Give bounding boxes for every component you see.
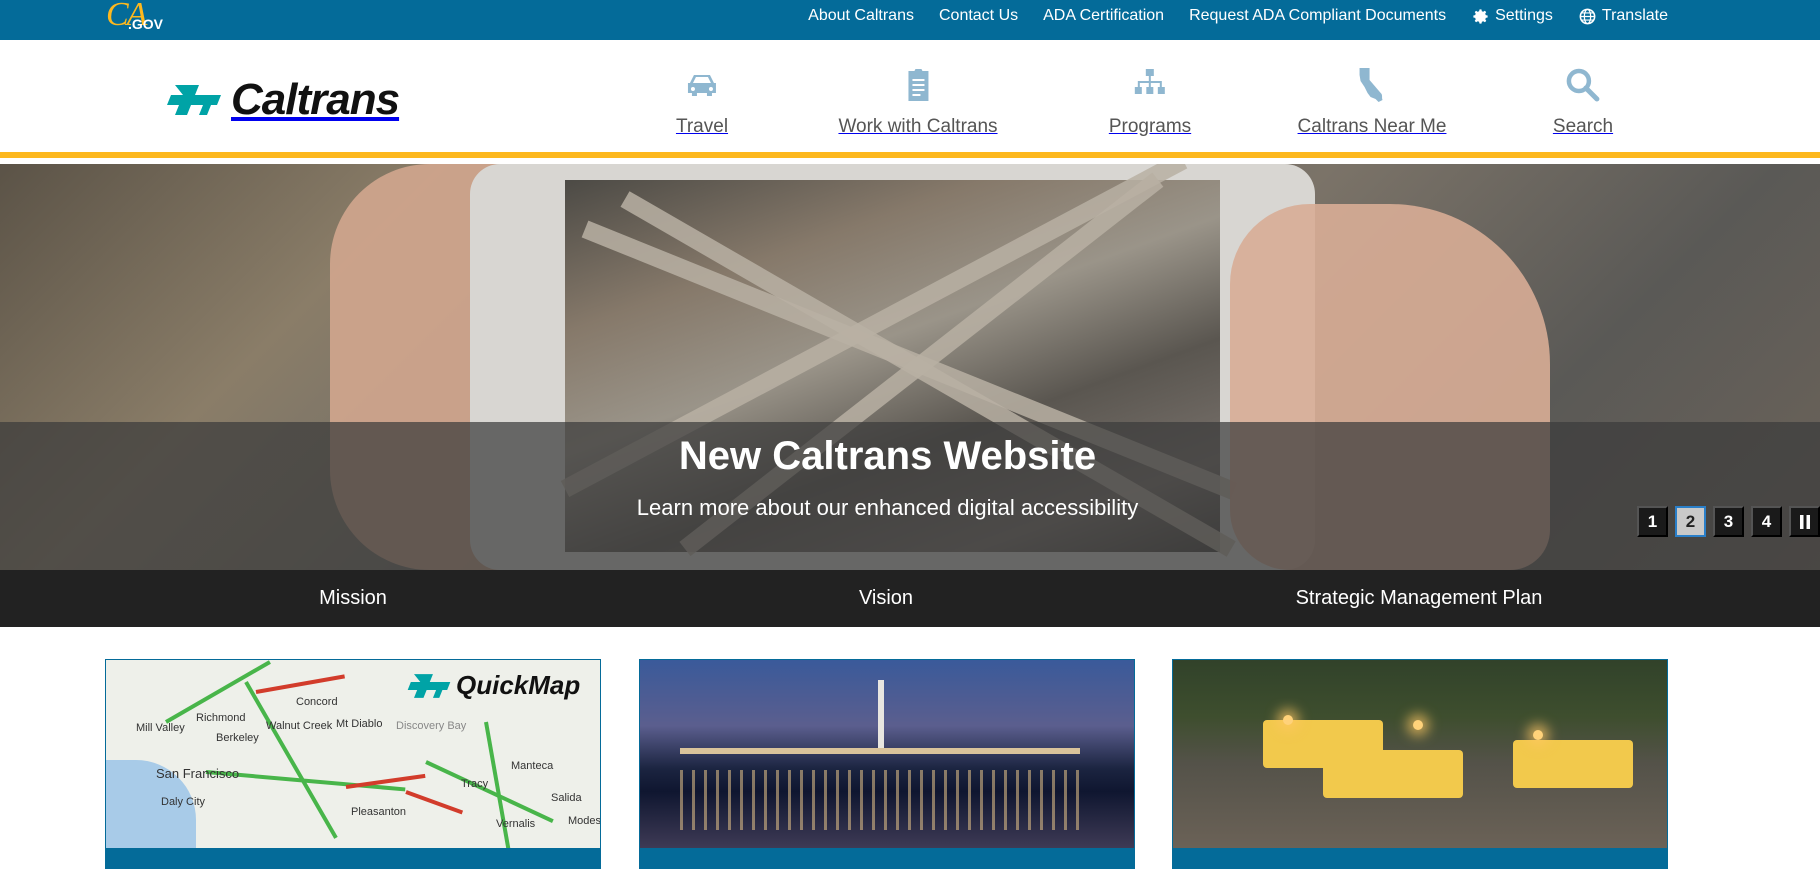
truck-light xyxy=(1533,730,1543,740)
nav-search-label: Search xyxy=(1552,116,1614,137)
bridge-deck xyxy=(680,748,1080,754)
map-label: Vernalis xyxy=(496,818,536,830)
map-highway xyxy=(255,674,345,694)
sitemap-icon xyxy=(1127,62,1173,108)
work-zone-trucks-image xyxy=(1173,660,1667,848)
translate-label: Translate xyxy=(1601,7,1668,24)
contact-us-label: Contact Us xyxy=(938,7,1019,24)
branding-header: Caltrans Travel Work with Caltrans Progr… xyxy=(0,40,1820,158)
map-label: Mt Diablo xyxy=(336,718,383,730)
nav-programs-label: Programs xyxy=(1108,116,1192,137)
work-zone-card-footer xyxy=(1173,848,1667,868)
ada-certification-link[interactable]: ADA Certification xyxy=(1043,7,1164,25)
carousel-slide-1-button[interactable]: 1 xyxy=(1637,506,1668,537)
truck-shape xyxy=(1513,740,1633,788)
nav-caltrans-near-me[interactable]: Caltrans Near Me xyxy=(1297,62,1447,152)
truck-shape xyxy=(1323,750,1463,798)
nav-travel-label: Travel xyxy=(675,116,729,137)
map-label: Modes xyxy=(568,815,601,827)
clipboard-icon xyxy=(895,62,941,108)
car-icon xyxy=(679,62,725,108)
utility-links: About Caltrans Contact Us ADA Certificat… xyxy=(808,0,1668,32)
nav-work-label: Work with Caltrans xyxy=(838,116,998,137)
about-caltrans-link[interactable]: About Caltrans xyxy=(808,7,914,25)
search-icon xyxy=(1560,62,1606,108)
ca-gov-logo-gov: .GOV xyxy=(128,16,164,32)
bay-bridge-card-footer xyxy=(640,848,1134,868)
carousel-slide-3-button[interactable]: 3 xyxy=(1713,506,1744,537)
main-nav: Travel Work with Caltrans Programs Caltr… xyxy=(0,62,1820,152)
bay-bridge-card[interactable] xyxy=(639,659,1135,869)
bridge-tower xyxy=(878,680,884,752)
truck-light xyxy=(1283,715,1293,725)
carousel-pause-button[interactable] xyxy=(1789,506,1820,537)
utility-bar: CA .GOV About Caltrans Contact Us ADA Ce… xyxy=(0,0,1820,40)
nav-near-me-label: Caltrans Near Me xyxy=(1297,116,1447,137)
hero-carousel: New Caltrans Website Learn more about ou… xyxy=(0,164,1820,570)
california-icon xyxy=(1349,62,1395,108)
ada-certification-label: ADA Certification xyxy=(1043,7,1165,24)
work-zone-card[interactable] xyxy=(1172,659,1668,869)
map-label: Walnut Creek xyxy=(266,720,333,732)
gear-icon xyxy=(1473,8,1488,24)
contact-us-link[interactable]: Contact Us xyxy=(939,7,1018,25)
nav-work-with-caltrans[interactable]: Work with Caltrans xyxy=(838,62,998,152)
vision-link[interactable]: Vision xyxy=(859,570,913,627)
pause-icon xyxy=(1799,514,1810,529)
hero-title[interactable]: New Caltrans Website xyxy=(0,434,1775,479)
hero-subtitle: Learn more about our enhanced digital ac… xyxy=(636,495,1139,520)
carousel-slide-4-button[interactable]: 4 xyxy=(1751,506,1782,537)
quickmap-card-footer xyxy=(106,848,600,868)
map-label: Tracy xyxy=(461,778,489,790)
map-highway xyxy=(405,790,464,815)
map-label: Berkeley xyxy=(216,732,259,744)
translate-button[interactable]: Translate xyxy=(1578,7,1668,26)
map-label: Manteca xyxy=(511,760,554,772)
map-label: Richmond xyxy=(196,712,246,724)
carousel-slide-2-button[interactable]: 2 xyxy=(1675,506,1706,537)
map-label: Daly City xyxy=(161,796,206,808)
quickmap-logo-text: QuickMap xyxy=(456,670,581,700)
quickmap-logo: QuickMap xyxy=(406,670,580,701)
ca-gov-logo[interactable]: CA .GOV xyxy=(106,0,166,38)
request-ada-documents-link[interactable]: Request ADA Compliant Documents xyxy=(1189,7,1446,25)
quickmap-map-image: Concord Richmond Mill Valley Berkeley Wa… xyxy=(106,660,601,851)
settings-label: Settings xyxy=(1495,7,1553,24)
carousel-controls: 1 2 3 4 xyxy=(1637,506,1820,537)
map-label: Concord xyxy=(296,696,338,708)
about-caltrans-label: About Caltrans xyxy=(808,7,914,24)
caltrans-logo-mark-icon xyxy=(407,673,451,698)
bridge-water-reflection xyxy=(680,770,1080,830)
settings-button[interactable]: Settings xyxy=(1471,7,1553,26)
globe-icon xyxy=(1579,8,1596,24)
map-label: Discovery Bay xyxy=(396,720,467,732)
map-label: Salida xyxy=(551,792,582,804)
bay-bridge-image xyxy=(640,660,1134,848)
nav-programs[interactable]: Programs xyxy=(1109,62,1191,152)
truck-light xyxy=(1413,720,1423,730)
request-ada-documents-label: Request ADA Compliant Documents xyxy=(1189,7,1447,24)
map-label: Pleasanton xyxy=(351,806,407,818)
map-label: San Francisco xyxy=(156,766,240,781)
sub-nav: Mission Vision Strategic Management Plan xyxy=(0,570,1820,627)
mission-link[interactable]: Mission xyxy=(319,570,387,627)
nav-search[interactable]: Search xyxy=(1553,62,1613,152)
strategic-management-plan-link[interactable]: Strategic Management Plan xyxy=(1296,570,1543,627)
quickmap-card[interactable]: Concord Richmond Mill Valley Berkeley Wa… xyxy=(105,659,601,869)
map-label: Mill Valley xyxy=(136,722,185,734)
nav-travel[interactable]: Travel xyxy=(676,62,728,152)
